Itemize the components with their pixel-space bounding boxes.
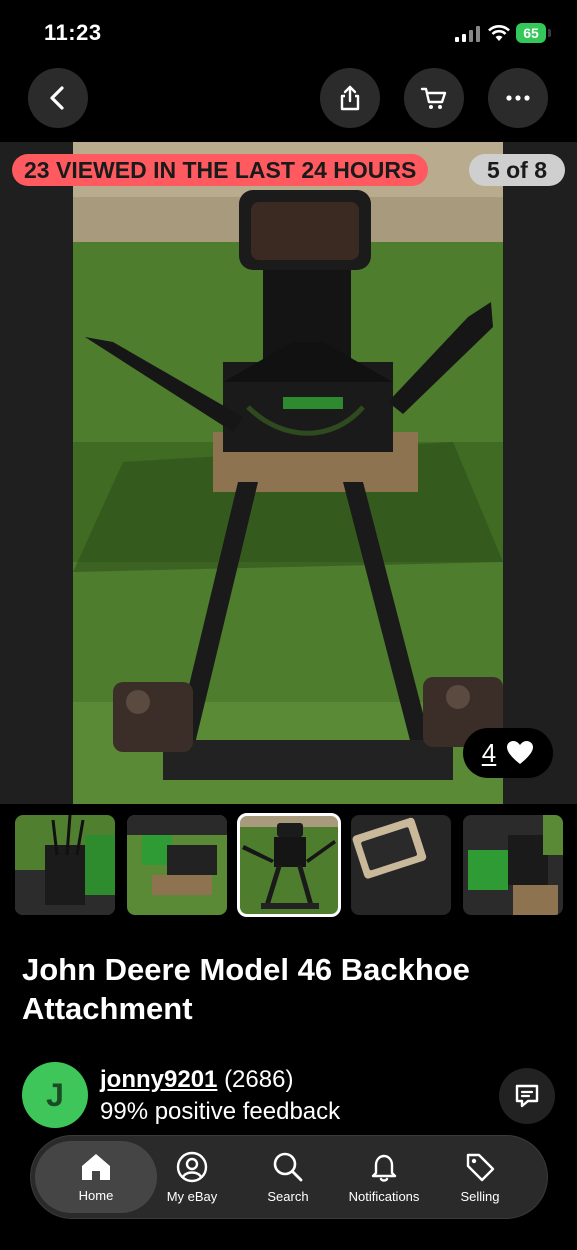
tab-selling-label: Selling	[460, 1188, 500, 1204]
watchers-count: 4	[481, 737, 497, 768]
message-seller-button[interactable]	[499, 1068, 555, 1124]
more-options-button[interactable]	[488, 68, 548, 128]
tab-search-label: Search	[267, 1188, 309, 1204]
tab-notifications[interactable]: Notifications	[336, 1136, 432, 1218]
user-icon	[176, 1151, 208, 1182]
home-icon	[82, 1153, 110, 1180]
thumbnail-3-selected[interactable]	[237, 813, 341, 917]
thumbnail-5[interactable]	[463, 815, 563, 915]
bell-icon	[371, 1154, 397, 1182]
seller-feedback-score: (2686)	[224, 1066, 294, 1093]
battery-icon: 65	[516, 23, 546, 43]
chevron-left-icon	[50, 86, 64, 110]
seller-name-row: jonny9201 (2686)	[100, 1066, 293, 1094]
recently-viewed-badge: 23 VIEWED IN THE LAST 24 HOURS	[12, 154, 429, 186]
thumbnail-strip	[15, 813, 575, 917]
cellular-signal-icon	[455, 26, 481, 42]
listing-photo-area[interactable]: 23 VIEWED IN THE LAST 24 HOURS 5 of 8 4	[0, 142, 577, 804]
share-icon	[340, 85, 360, 111]
watch-button[interactable]: 4	[463, 728, 553, 778]
tab-search[interactable]: Search	[240, 1136, 336, 1218]
photo-counter: 5 of 8	[469, 154, 565, 186]
status-bar: 11:23 65	[0, 0, 577, 60]
listing-photo	[73, 142, 503, 804]
search-icon	[273, 1152, 303, 1181]
tab-notifications-label: Notifications	[348, 1188, 420, 1204]
back-button[interactable]	[28, 68, 88, 128]
thumbnail-2[interactable]	[127, 815, 227, 915]
status-time: 11:23	[44, 20, 102, 45]
seller-avatar[interactable]: J	[22, 1062, 88, 1128]
heart-icon	[507, 741, 534, 764]
bottom-tab-bar: Home My eBay Search Notifications Sellin…	[30, 1135, 548, 1219]
tab-home-label: Home	[78, 1187, 114, 1203]
tab-my-ebay-label: My eBay	[166, 1188, 218, 1204]
cart-button[interactable]	[404, 68, 464, 128]
share-button[interactable]	[320, 68, 380, 128]
seller-feedback-percent: 99% positive feedback	[100, 1098, 341, 1125]
cart-icon	[420, 87, 447, 109]
battery-tip	[548, 29, 551, 37]
chat-icon	[515, 1084, 539, 1108]
thumbnail-1[interactable]	[15, 815, 115, 915]
thumbnail-4[interactable]	[351, 815, 451, 915]
seller-username-link[interactable]: jonny9201	[100, 1066, 217, 1093]
tab-home[interactable]: Home	[35, 1141, 157, 1213]
tag-icon	[466, 1153, 495, 1181]
more-icon	[506, 95, 530, 101]
listing-title: John Deere Model 46 Backhoe Attachment	[22, 952, 470, 1026]
tab-my-ebay[interactable]: My eBay	[144, 1136, 240, 1218]
tab-selling[interactable]: Selling	[432, 1136, 528, 1218]
wifi-icon	[488, 25, 510, 41]
